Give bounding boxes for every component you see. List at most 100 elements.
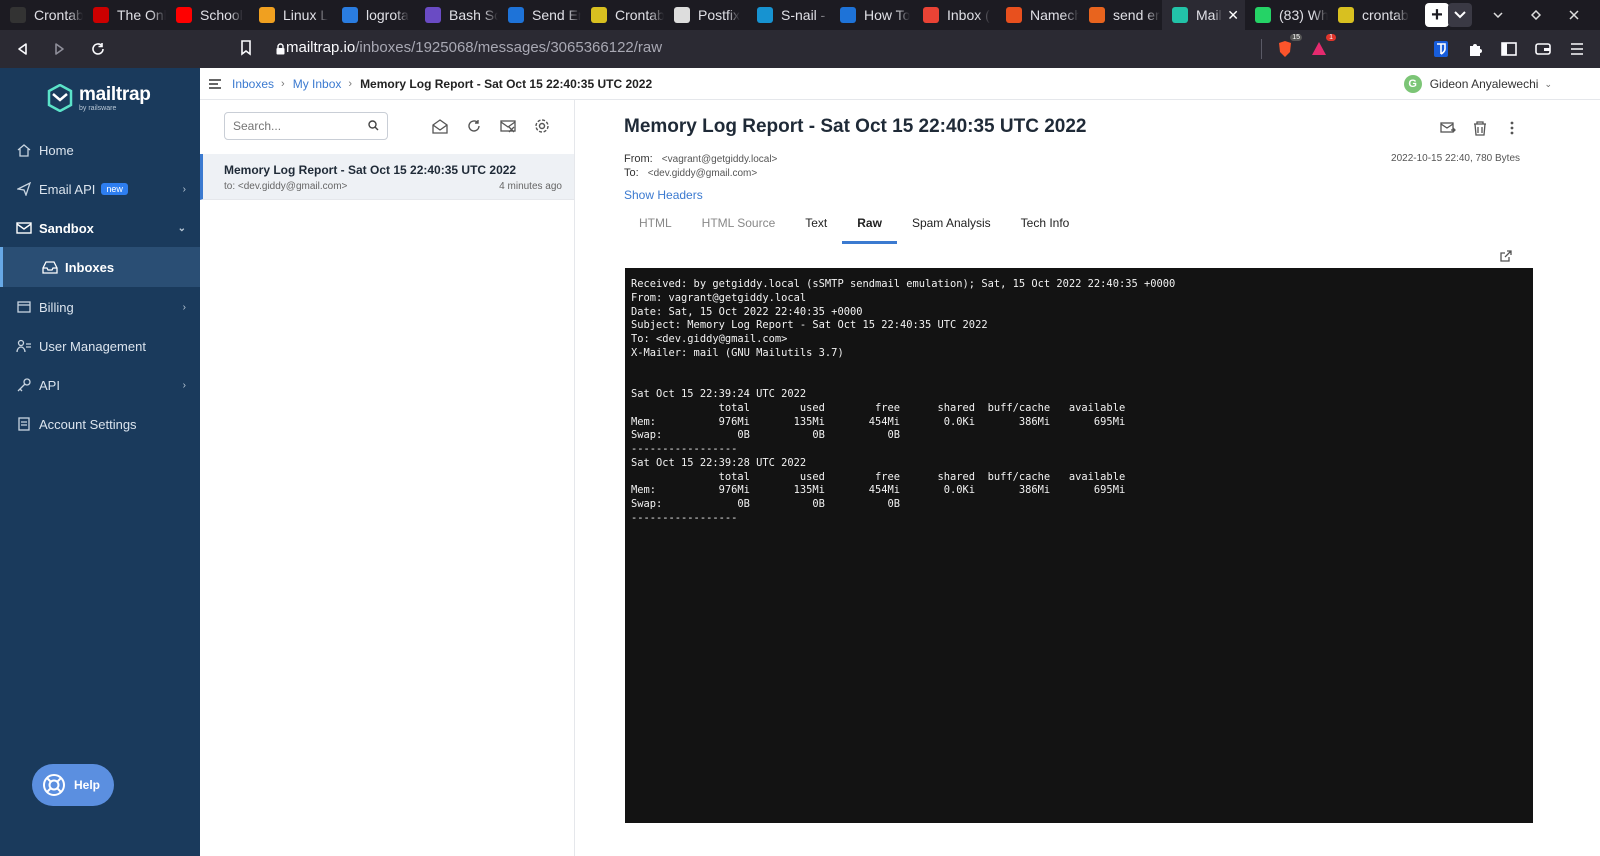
trash-icon[interactable] <box>1472 120 1488 136</box>
new-tab-button[interactable]: + <box>1425 3 1449 27</box>
browser-tab[interactable]: Mail ✕ <box>1162 0 1245 30</box>
brave-shield-count: 15 <box>1290 34 1302 41</box>
sidebar-item-user-management[interactable]: User Management <box>0 326 200 366</box>
home-icon <box>15 141 33 159</box>
browser-tab[interactable]: Crontab <box>0 0 83 30</box>
list-item[interactable]: Memory Log Report - Sat Oct 15 22:40:35 … <box>200 154 574 200</box>
browser-tab[interactable]: Postfix <box>664 0 747 30</box>
sidebar: mailtrap by railsware Home Email API new… <box>0 68 200 856</box>
from-address: <vagrant@getgiddy.local> <box>661 154 778 165</box>
from-line: From: <vagrant@getgiddy.local> <box>624 153 777 165</box>
whatsapp-icon <box>1255 7 1271 23</box>
browser-tab-label: Crontab <box>615 7 664 23</box>
browser-tab[interactable]: The Onl <box>83 0 166 30</box>
browser-tab-label: S-nail - / <box>781 7 830 23</box>
sidebar-item-label: Home <box>39 142 74 158</box>
sidebar-item-home[interactable]: Home <box>0 130 200 170</box>
browser-tab-label: logrota <box>366 7 409 23</box>
sidebar-item-sandbox[interactable]: Sandbox ⌄ <box>0 208 200 248</box>
gmail-icon <box>923 7 939 23</box>
gear-icon[interactable] <box>534 118 550 134</box>
tab-html[interactable]: HTML <box>624 210 687 244</box>
browser-tab[interactable]: send er <box>1079 0 1162 30</box>
search-icon[interactable] <box>368 120 379 131</box>
browser-tab[interactable]: crontab <box>1328 0 1411 30</box>
wallet-icon[interactable] <box>1532 38 1554 60</box>
breadcrumb-my-inbox[interactable]: My Inbox <box>293 77 342 91</box>
minimize-icon[interactable] <box>1486 3 1510 27</box>
to-label: To: <box>624 167 639 179</box>
tab-raw[interactable]: Raw <box>842 210 897 244</box>
back-icon[interactable] <box>6 33 38 65</box>
send-icon <box>15 180 33 198</box>
users-icon <box>15 337 33 355</box>
browser-tab[interactable]: Send En <box>498 0 581 30</box>
chevron-down-icon: ⌄ <box>1544 78 1552 89</box>
mailtrap-logo[interactable]: mailtrap by railsware <box>47 84 151 112</box>
sidebar-item-email-api[interactable]: Email API new › <box>0 169 200 209</box>
browser-tab[interactable]: How To <box>830 0 913 30</box>
tab-spam-analysis[interactable]: Spam Analysis <box>897 210 1006 244</box>
close-window-icon[interactable] <box>1562 3 1586 27</box>
help-button[interactable]: Help <box>32 764 114 806</box>
browser-tab[interactable]: Bash Sc <box>415 0 498 30</box>
top-bar: Inboxes › My Inbox › Memory Log Report -… <box>200 68 1600 100</box>
browser-tab[interactable]: Namech <box>996 0 1079 30</box>
tab-html-source[interactable]: HTML Source <box>687 210 791 244</box>
show-headers-link[interactable]: Show Headers <box>624 188 703 202</box>
browser-tab[interactable]: S-nail - / <box>747 0 830 30</box>
browser-tab[interactable]: (83) Wh <box>1245 0 1328 30</box>
user-menu[interactable]: G Gideon Anyalewechi ⌄ <box>1403 75 1552 93</box>
bitwarden-icon[interactable] <box>1430 38 1452 60</box>
sidebar-item-api[interactable]: API › <box>0 365 200 405</box>
sidebar-toggle-icon[interactable] <box>1498 38 1520 60</box>
sidebar-item-account-settings[interactable]: Account Settings <box>0 404 200 444</box>
browser-tab[interactable]: Crontab <box>581 0 664 30</box>
tabstrip-controls <box>1448 0 1600 30</box>
tab-text[interactable]: Text <box>790 210 842 244</box>
avatar: G <box>1403 75 1422 93</box>
brave-rewards-icon[interactable]: 1 <box>1308 34 1336 60</box>
brave-shield-icon[interactable]: 15 <box>1274 34 1302 60</box>
extensions-icon[interactable] <box>1464 38 1486 60</box>
message-subject: Memory Log Report - Sat Oct 15 22:40:35 … <box>224 163 517 177</box>
forward-icon[interactable] <box>44 33 76 65</box>
list-toolbar <box>432 118 568 134</box>
more-vertical-icon[interactable] <box>1504 120 1520 136</box>
sidebar-item-label: User Management <box>39 338 146 354</box>
c-icon <box>1338 7 1354 23</box>
lock-icon[interactable] <box>276 42 285 60</box>
chevron-right-icon: › <box>182 183 186 195</box>
browser-tab-label: Crontab <box>34 7 83 23</box>
clean-inbox-icon[interactable] <box>500 118 516 134</box>
breadcrumb-separator-icon: › <box>348 77 353 90</box>
browser-menu-icon[interactable] <box>1566 38 1588 60</box>
bookmark-icon[interactable] <box>240 40 252 61</box>
url-path: /inboxes/1925068/messages/3065366122/raw <box>355 39 663 56</box>
maximize-icon[interactable] <box>1524 3 1548 27</box>
rewards-count: 1 <box>1326 34 1336 41</box>
forward-mail-icon[interactable] <box>1440 120 1456 136</box>
breadcrumb-inboxes[interactable]: Inboxes <box>232 77 274 91</box>
mark-read-icon[interactable] <box>432 118 448 134</box>
browser-tab[interactable]: School <box>166 0 249 30</box>
browser-tab[interactable]: Linux L <box>249 0 332 30</box>
browser-tab-label: Postfix <box>698 7 741 23</box>
digitalocean-icon <box>840 7 856 23</box>
open-external-icon[interactable] <box>1500 250 1512 262</box>
reload-icon[interactable] <box>82 33 114 65</box>
tab-tech-info[interactable]: Tech Info <box>1006 210 1085 244</box>
browser-tab[interactable]: logrota <box>332 0 415 30</box>
refresh-icon[interactable] <box>466 118 482 134</box>
search-input[interactable] <box>224 112 388 140</box>
tab-list-dropdown-icon[interactable] <box>1448 3 1472 27</box>
chevron-down-icon: ⌄ <box>177 222 186 234</box>
url-field[interactable]: mailtrap.io/inboxes/1925068/messages/306… <box>286 39 662 56</box>
sidebar-item-inboxes[interactable]: Inboxes <box>0 247 200 287</box>
browser-tab[interactable]: Inbox ( <box>913 0 996 30</box>
close-tab-icon[interactable]: ✕ <box>1227 7 1239 24</box>
sidebar-item-billing[interactable]: Billing › <box>0 287 200 327</box>
h-icon <box>425 7 441 23</box>
hamburger-menu-icon[interactable] <box>208 77 222 91</box>
raw-message-content: Received: by getgiddy.local (sSMTP sendm… <box>625 268 1533 823</box>
